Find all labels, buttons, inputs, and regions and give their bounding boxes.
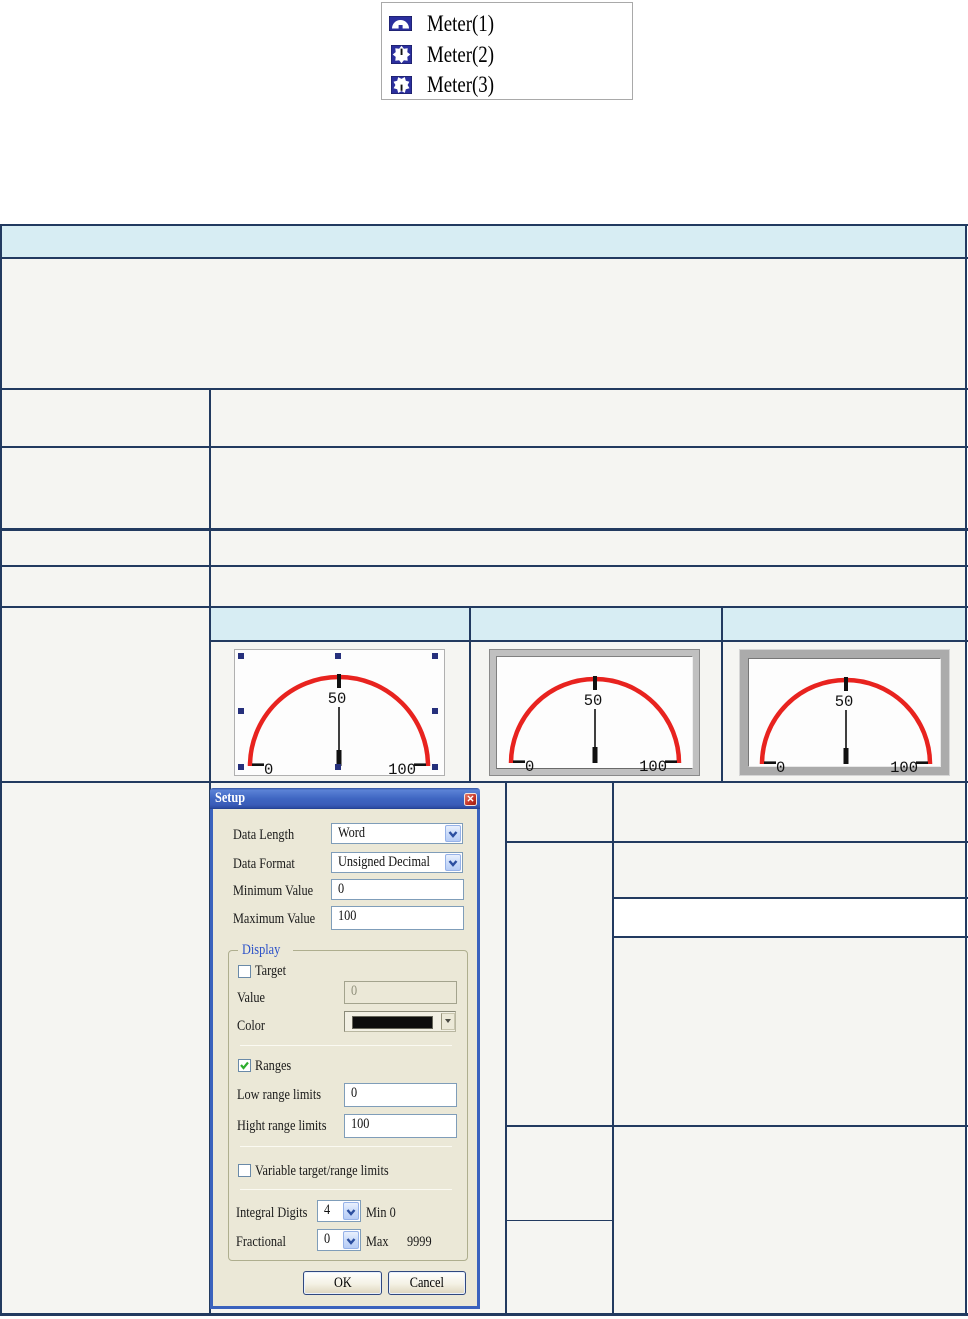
svg-text:50: 50 (835, 693, 854, 711)
svg-text:50: 50 (328, 690, 347, 708)
svg-text:0: 0 (525, 758, 534, 776)
svg-text:50: 50 (584, 692, 603, 710)
svg-text:0: 0 (264, 761, 273, 779)
svg-text:100: 100 (890, 759, 918, 777)
svg-text:100: 100 (639, 758, 667, 776)
svg-text:0: 0 (776, 759, 785, 777)
svg-text:100: 100 (388, 761, 416, 779)
